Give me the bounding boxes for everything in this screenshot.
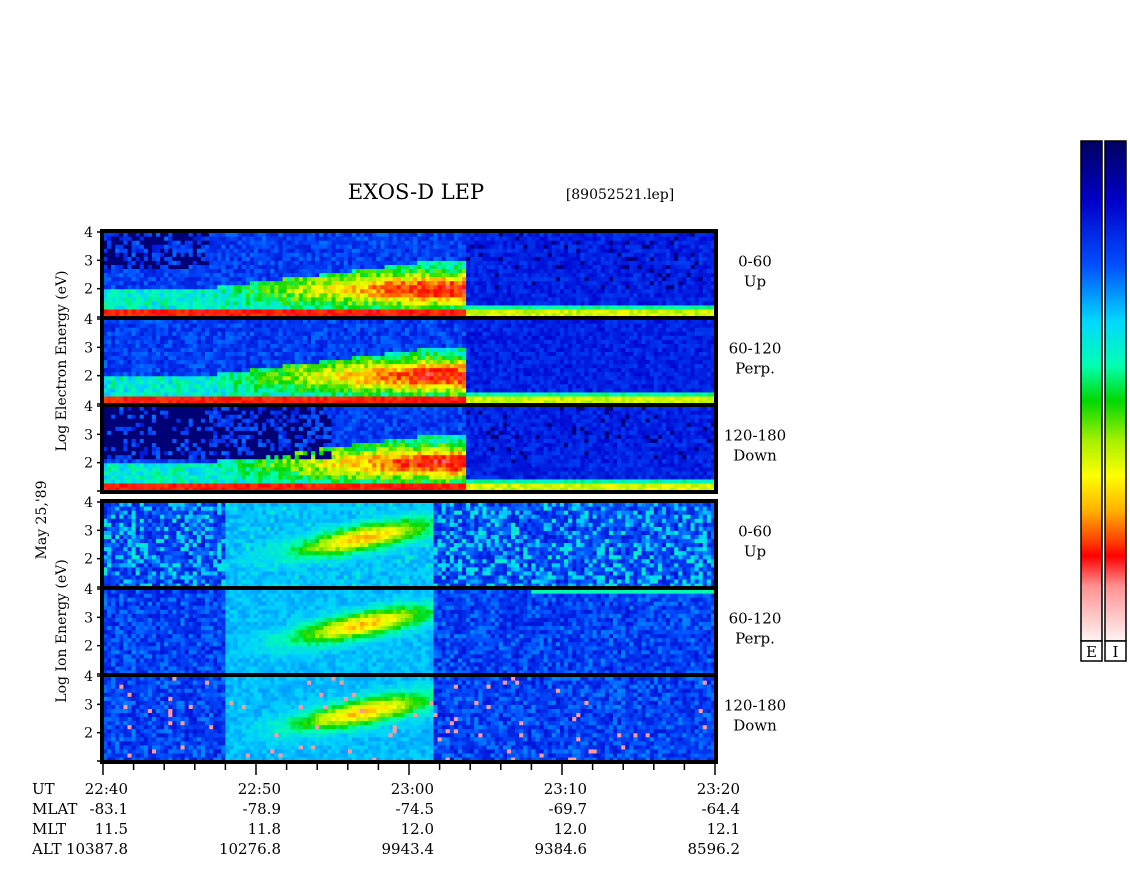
ion-y-axis-label: Log Ion Energy (eV) — [54, 559, 70, 702]
spectrogram-panel-6: 4 3 2 — [84, 669, 716, 762]
spectrogram-panel-4: 4 3 2 — [84, 495, 716, 588]
orbit-mlat-value: -78.9 — [243, 800, 281, 818]
date-label: May 25,'89 — [34, 481, 50, 560]
y-tick-label: 4 — [84, 669, 93, 685]
panel-direction-label: Down — [733, 447, 777, 465]
y-tick-label: 4 — [84, 312, 93, 328]
orbit-mlat-value: -83.1 — [90, 800, 128, 818]
orbit-row-label: MLT — [32, 820, 66, 838]
orbit-mlt-value: 12.0 — [554, 820, 587, 838]
panel-angle-labels: 0-60 Up 60-120 Perp. 120-180 Down 0-60 Up 60-120… — [724, 253, 786, 735]
spectrogram-panel-5: 4 3 2 — [84, 582, 716, 675]
y-tick-label: 3 — [84, 427, 93, 443]
y-tick-label: 3 — [84, 523, 93, 539]
spectrogram-panel-1: 4 3 2 — [84, 225, 716, 318]
orbit-mlat-value: -69.7 — [549, 800, 587, 818]
time-axis — [102, 762, 716, 775]
orbit-ut-value: 23:20 — [697, 780, 740, 798]
orbit-ut-value: 22:50 — [238, 780, 281, 798]
orbit-ut-value: 23:00 — [391, 780, 434, 798]
y-tick-label: 2 — [84, 726, 93, 742]
y-tick-label: 3 — [84, 697, 93, 713]
y-tick-label: 2 — [84, 552, 93, 568]
y-tick-label: 4 — [84, 495, 93, 511]
orbit-row-label: MLAT — [32, 800, 77, 818]
y-tick-label: 2 — [84, 456, 93, 472]
orbit-alt-value: 10387.8 — [66, 840, 128, 858]
spectrogram-panel-2: 4 3 2 — [84, 312, 716, 405]
panel-direction-label: Perp. — [735, 630, 775, 648]
y-tick-label: 2 — [84, 282, 93, 298]
orbit-mlt-value: 11.5 — [95, 820, 128, 838]
orbit-mlat-value: -64.4 — [702, 800, 740, 818]
electron-colorbar: E — [1080, 140, 1103, 662]
y-tick-label: 2 — [84, 639, 93, 655]
y-tick-label: 3 — [84, 340, 93, 356]
orbit-mlt-value: 11.8 — [248, 820, 281, 838]
panel-angle-label: 120-180 — [724, 697, 786, 715]
panel-direction-label: Up — [744, 543, 766, 561]
y-tick-label: 3 — [84, 610, 93, 626]
orbit-row-label: UT — [32, 780, 55, 798]
orbit-mlt-value: 12.1 — [707, 820, 740, 838]
orbit-alt-value: 9384.6 — [535, 840, 588, 858]
colorbar-label: I — [1113, 643, 1119, 661]
spectrogram-panels: 4 3 2 4 3 2 4 3 2 4 3 2 4 3 2 4 3 2 — [84, 225, 718, 764]
colorbars: EI — [1080, 140, 1127, 662]
file-label: [89052521.lep] — [566, 187, 674, 203]
orbit-ut-value: 23:10 — [544, 780, 587, 798]
panel-angle-label: 60-120 — [729, 610, 782, 628]
orbit-alt-value: 8596.2 — [688, 840, 741, 858]
y-tick-label: 2 — [84, 369, 93, 385]
panel-angle-label: 60-120 — [729, 340, 782, 358]
orbit-table: UT MLAT MLT ALT 22:40 -83.1 11.5 10387.8 22:50 -7… — [31, 780, 740, 858]
chart-title: EXOS-D LEP — [348, 180, 484, 204]
panel-direction-label: Down — [733, 717, 777, 735]
orbit-alt-value: 9943.4 — [382, 840, 435, 858]
spectrogram-panel-3: 4 3 2 — [84, 399, 716, 492]
y-tick-label: 4 — [84, 582, 93, 598]
ion-colorbar: I — [1104, 140, 1127, 662]
orbit-mlt-value: 12.0 — [401, 820, 434, 838]
panel-direction-label: Up — [744, 273, 766, 291]
orbit-row-label: ALT — [31, 840, 62, 858]
orbit-ut-value: 22:40 — [85, 780, 128, 798]
y-tick-label: 3 — [84, 253, 93, 269]
panel-angle-label: 0-60 — [738, 523, 772, 541]
colorbar-label: E — [1086, 643, 1097, 661]
panel-direction-label: Perp. — [735, 360, 775, 378]
y-tick-label: 4 — [84, 225, 93, 241]
y-tick-label: 4 — [84, 399, 93, 415]
panel-angle-label: 0-60 — [738, 253, 772, 271]
panel-angle-label: 120-180 — [724, 427, 786, 445]
orbit-alt-value: 10276.8 — [219, 840, 281, 858]
electron-y-axis-label: Log Electron Energy (eV) — [54, 270, 70, 451]
exos-d-lep-spectrogram: EXOS-D LEP [89052521.lep] Log Electron E… — [31, 140, 1127, 858]
orbit-mlat-value: -74.5 — [396, 800, 434, 818]
